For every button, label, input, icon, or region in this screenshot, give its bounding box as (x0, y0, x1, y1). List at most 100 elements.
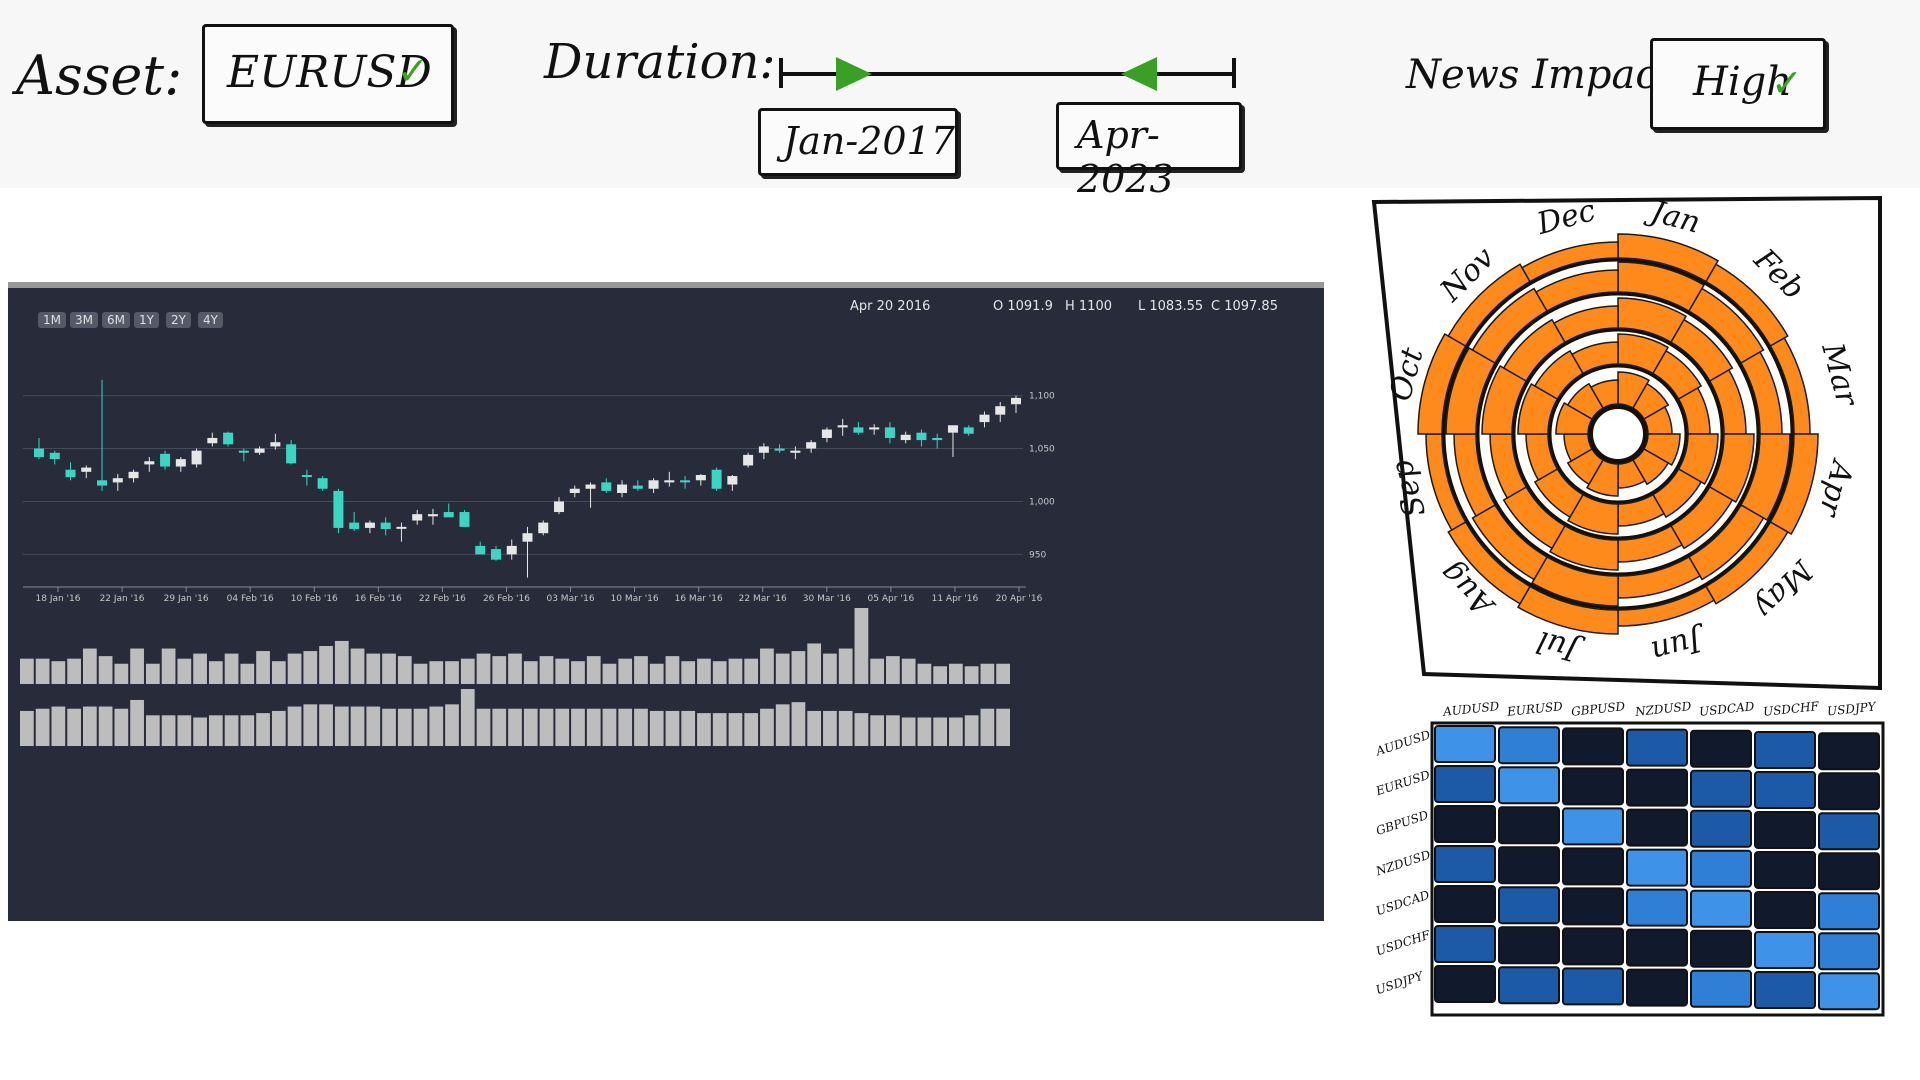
chart-low: L 1083.55 (1138, 299, 1204, 314)
range-button-2y[interactable]: 2Y (166, 312, 191, 328)
volume-bar-lower (492, 708, 507, 746)
heatmap-cell (1754, 811, 1816, 849)
candle-body (711, 469, 722, 489)
volume-bar-upper (350, 648, 365, 684)
x-tick-label: 03 Mar '16 (546, 594, 594, 604)
heatmap-cell (1498, 726, 1560, 765)
heatmap-cell (1690, 849, 1752, 888)
heatmap-cell (1562, 967, 1624, 1006)
candle-body (175, 459, 186, 467)
volume-bar-lower (539, 708, 554, 746)
candle-body (601, 482, 612, 491)
heatmap-cell (1754, 771, 1816, 809)
candle-body (97, 480, 108, 486)
x-tick-label: 26 Feb '16 (483, 594, 530, 604)
candle-body (254, 448, 265, 453)
candle-body (364, 522, 375, 528)
candle-body (900, 434, 911, 441)
x-tick-label: 20 Apr '16 (996, 594, 1043, 604)
volume-bar-lower (917, 717, 932, 746)
volume-bar-upper (193, 653, 207, 684)
x-tick-label: 16 Feb '16 (355, 594, 402, 604)
candle-body (191, 450, 202, 465)
range-button-1y[interactable]: 1Y (134, 312, 159, 328)
range-button-3m[interactable]: 3M (70, 312, 98, 328)
volume-bar-lower (193, 717, 207, 746)
volume-bar-upper (35, 658, 50, 684)
candle-body (301, 475, 312, 477)
news-impact-select[interactable]: High ✓ (1650, 38, 1826, 130)
range-button-1m[interactable]: 1M (38, 312, 66, 328)
volume-bar-lower (256, 713, 270, 746)
range-button-4y[interactable]: 4Y (198, 312, 223, 328)
slider-end-handle[interactable] (1121, 57, 1157, 91)
heatmap-cell (1434, 725, 1496, 763)
candle-body (758, 446, 769, 453)
volume-bar-upper (760, 648, 774, 684)
volume-bar-lower (854, 713, 869, 746)
candle-body (995, 406, 1006, 415)
range-button-6m[interactable]: 6M (102, 312, 130, 328)
volume-bar-upper (492, 656, 507, 684)
candle-body (916, 432, 927, 441)
volume-bar-upper (130, 648, 144, 684)
candle-body (112, 478, 123, 483)
candle-body (664, 480, 675, 483)
duration-start-box[interactable]: Jan-2017 (758, 108, 958, 176)
volume-bar-lower (901, 717, 916, 746)
heatmap-cell (1754, 971, 1816, 1009)
volume-bar-upper (823, 653, 837, 684)
volume-bar-lower (67, 708, 81, 746)
controls-bar: Asset: EURUSD ✓ Duration: Jan-2017 Apr-2… (0, 0, 1920, 201)
heatmap-cell (1498, 886, 1560, 925)
radial-center (1591, 407, 1645, 461)
candle-body (790, 450, 801, 453)
volume-bar-lower (618, 708, 633, 746)
chart-open: O 1091.9 (993, 299, 1053, 314)
volume-bar-lower (665, 710, 680, 746)
volume-bar-lower (208, 715, 223, 746)
heatmap-cell (1434, 965, 1496, 1003)
volume-bar-lower (697, 713, 711, 746)
heatmap-cell (1498, 846, 1560, 885)
heatmap-cell (1562, 767, 1624, 806)
heatmap-cell (1626, 968, 1688, 1007)
duration-end-box[interactable]: Apr-2023 (1056, 102, 1242, 201)
volume-bar-lower (460, 689, 475, 746)
volume-bar-upper (980, 663, 995, 684)
volume-bar-lower (271, 710, 286, 746)
volume-bar-upper (334, 640, 349, 684)
volume-bar-upper (933, 666, 948, 684)
heatmap-cell (1626, 888, 1688, 927)
y-tick-label: 1,050 (1029, 445, 1055, 455)
volume-bar-lower (712, 713, 727, 746)
heatmap-cell (1626, 808, 1688, 847)
volume-bar-lower (145, 715, 160, 746)
candle-body (128, 471, 139, 479)
candle-body (585, 484, 596, 489)
volume-bar-upper (964, 666, 979, 684)
heatmap-cell (1562, 887, 1624, 926)
heatmap-cell (1434, 885, 1496, 923)
heatmap-cell (1690, 929, 1752, 968)
volume-bar-upper (177, 658, 192, 684)
volume-bar-lower (791, 702, 806, 746)
volume-bar-upper (98, 656, 113, 684)
volume-bar-lower (319, 704, 333, 746)
candle-body (443, 512, 454, 518)
heatmap-cell (1690, 809, 1752, 848)
chevron-down-icon: ✓ (1771, 61, 1803, 105)
candle-body (932, 437, 943, 441)
volume-bar-lower (523, 708, 538, 746)
candle-body (569, 488, 580, 493)
asset-select[interactable]: EURUSD ✓ (202, 24, 454, 124)
volume-bar-upper (649, 663, 664, 684)
volume-bar-upper (382, 653, 396, 684)
chart-close: C 1097.85 (1211, 299, 1278, 314)
volume-bar-upper (224, 653, 239, 684)
volume-bar-lower (886, 715, 900, 746)
candle-body (412, 514, 423, 521)
volume-bar-lower (382, 708, 396, 746)
slider-start-handle[interactable] (836, 57, 872, 91)
x-tick-label: 30 Mar '16 (803, 594, 851, 604)
